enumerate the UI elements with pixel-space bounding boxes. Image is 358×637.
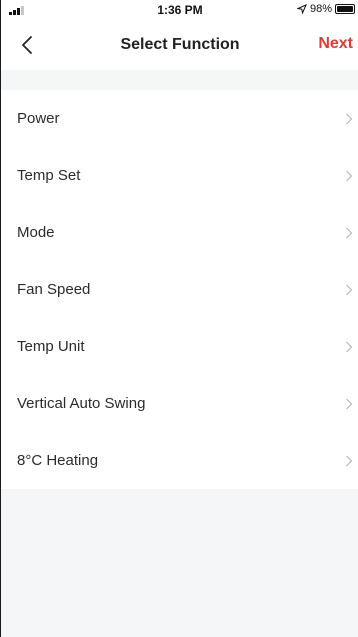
- function-label: Vertical Auto Swing: [17, 395, 146, 412]
- function-label: Temp Set: [17, 167, 81, 184]
- battery-icon: [335, 4, 355, 14]
- function-label: Power: [17, 110, 60, 127]
- status-right: 98%: [296, 3, 355, 15]
- chevron-right-icon: [346, 227, 353, 238]
- chevron-right-icon: [346, 455, 353, 466]
- function-label: Mode: [17, 224, 55, 241]
- next-button[interactable]: Next: [318, 35, 353, 53]
- chevron-right-icon: [346, 170, 353, 181]
- function-item-temp-unit[interactable]: Temp Unit: [1, 318, 358, 375]
- status-bar: 1:36 PM 98%: [1, 0, 358, 20]
- app-screen: 1:36 PM 98% Select Function Next Power T…: [0, 0, 358, 637]
- function-label: Temp Unit: [17, 338, 85, 355]
- location-arrow-icon: [296, 4, 307, 14]
- function-item-power[interactable]: Power: [1, 90, 358, 147]
- chevron-right-icon: [346, 341, 353, 352]
- function-label: 8°C Heating: [17, 452, 99, 469]
- function-item-fan-speed[interactable]: Fan Speed: [1, 261, 358, 318]
- navigation-bar: Select Function Next: [1, 20, 358, 70]
- page-title: Select Function: [120, 36, 240, 53]
- chevron-right-icon: [346, 113, 353, 124]
- function-item-mode[interactable]: Mode: [1, 204, 358, 261]
- function-item-temp-set[interactable]: Temp Set: [1, 147, 358, 204]
- function-item-vertical-auto-swing[interactable]: Vertical Auto Swing: [1, 375, 358, 432]
- chevron-right-icon: [346, 398, 353, 409]
- chevron-right-icon: [346, 284, 353, 295]
- function-item-8c-heating[interactable]: 8°C Heating: [1, 432, 358, 489]
- function-label: Fan Speed: [17, 281, 91, 298]
- battery-percent: 98%: [309, 3, 332, 15]
- function-list: Power Temp Set Mode Fan Speed Temp Unit …: [1, 90, 358, 489]
